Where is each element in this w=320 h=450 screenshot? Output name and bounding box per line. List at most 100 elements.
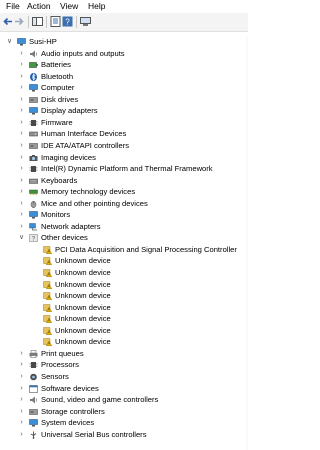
expand-chevron-icon[interactable]: › xyxy=(18,360,25,369)
unknown-warning-icon xyxy=(43,315,53,324)
tree-category[interactable]: › Keyboards xyxy=(0,175,246,187)
expand-chevron-icon[interactable]: › xyxy=(18,176,25,185)
tree-device-unknown[interactable]: Unknown device xyxy=(0,313,246,325)
tree-category[interactable]: › Batteries xyxy=(0,59,246,71)
tree-device-unknown[interactable]: Unknown device xyxy=(0,255,246,267)
tree-category[interactable]: › Monitors xyxy=(0,209,246,221)
tree-category[interactable]: › Memory technology devices xyxy=(0,186,246,198)
keyboard-icon xyxy=(29,177,38,185)
menu-file[interactable]: File xyxy=(6,2,20,11)
expand-chevron-icon[interactable]: › xyxy=(18,95,25,104)
tree-device-unknown[interactable]: Unknown device xyxy=(0,267,246,279)
tree-device-unknown[interactable]: Unknown device xyxy=(0,325,246,337)
tree-category[interactable]: › Computer xyxy=(0,82,246,94)
tree-category[interactable]: › Firmware xyxy=(0,117,246,129)
collapse-chevron-icon[interactable]: ∨ xyxy=(18,233,25,242)
unknown-device-icon: ? xyxy=(29,234,38,243)
tree-item-label: Memory technology devices xyxy=(41,187,136,197)
expand-chevron-icon[interactable]: › xyxy=(18,118,25,127)
tree-device-unknown[interactable]: Unknown device xyxy=(0,302,246,314)
tree-item-label: Software devices xyxy=(41,383,99,393)
tree-device-unknown[interactable]: Unknown device xyxy=(0,336,246,348)
expand-chevron-icon[interactable]: › xyxy=(18,60,25,69)
chip-icon xyxy=(29,165,38,173)
toolbar-separator xyxy=(76,16,77,28)
tree-item-label: Intel(R) Dynamic Platform and Thermal Fr… xyxy=(41,164,213,174)
scan-hardware-icon[interactable] xyxy=(80,16,91,27)
tree-category[interactable]: › Storage controllers xyxy=(0,406,246,418)
vertical-scrollbar[interactable] xyxy=(246,36,248,450)
show-hide-console-tree-icon[interactable] xyxy=(32,16,43,27)
tree-category[interactable]: › Intel(R) Dynamic Platform and Thermal F… xyxy=(0,163,246,175)
toolbar-separator xyxy=(46,16,47,28)
tree-root-node[interactable]: ∨ Susi-HP xyxy=(0,36,246,48)
expand-chevron-icon[interactable]: › xyxy=(18,210,25,219)
tree-item-label: Unknown device xyxy=(55,256,111,266)
expand-chevron-icon[interactable]: › xyxy=(18,395,25,404)
tree-item-label: Unknown device xyxy=(55,325,111,335)
expand-chevron-icon[interactable]: › xyxy=(18,384,25,393)
storage-icon xyxy=(29,408,38,416)
tree-item-label: Storage controllers xyxy=(41,406,105,416)
menu-help[interactable]: Help xyxy=(88,2,105,11)
tree-category[interactable]: › Network adapters xyxy=(0,221,246,233)
tree-category-other-devices[interactable]: ∨? Other devices xyxy=(0,232,246,244)
sensor-icon xyxy=(29,373,38,381)
forward-arrow-icon[interactable] xyxy=(14,16,25,27)
monitor-icon xyxy=(29,419,38,427)
tree-category[interactable]: › Imaging devices xyxy=(0,152,246,164)
tree-category[interactable]: › IDE ATA/ATAPI controllers xyxy=(0,140,246,152)
expand-chevron-icon[interactable]: › xyxy=(18,430,25,439)
tree-device-unknown[interactable]: Unknown device xyxy=(0,290,246,302)
back-arrow-icon[interactable] xyxy=(2,16,13,27)
software-icon xyxy=(29,384,38,393)
expand-chevron-icon[interactable]: › xyxy=(18,372,25,381)
expand-chevron-icon[interactable]: › xyxy=(18,106,25,115)
tree-item-label: Sound, video and game controllers xyxy=(41,395,159,405)
tree-category[interactable]: › Mice and other pointing devices xyxy=(0,198,246,210)
expand-chevron-icon[interactable]: › xyxy=(18,129,25,138)
tree-item-label: Other devices xyxy=(41,233,88,243)
expand-chevron-icon[interactable]: › xyxy=(18,222,25,231)
expand-chevron-icon[interactable]: › xyxy=(18,153,25,162)
tree-category[interactable]: › Bluetooth xyxy=(0,71,246,83)
tree-category[interactable]: › System devices xyxy=(0,417,246,429)
expand-chevron-icon[interactable]: › xyxy=(18,407,25,416)
expand-chevron-icon[interactable]: › xyxy=(18,141,25,150)
expand-chevron-icon[interactable]: › xyxy=(18,187,25,196)
speaker-icon xyxy=(29,50,38,58)
tree-category[interactable]: › Processors xyxy=(0,359,246,371)
unknown-warning-icon xyxy=(43,257,53,266)
tree-category[interactable]: › Disk drives xyxy=(0,94,246,106)
network-icon xyxy=(29,223,38,231)
device-tree: ∨ Susi-HP › Audio inputs and outputs › Batter… xyxy=(0,36,246,450)
tree-device-unknown[interactable]: Unknown device xyxy=(0,279,246,291)
menu-action[interactable]: Action xyxy=(27,2,51,11)
tree-category[interactable]: › Universal Serial Bus controllers xyxy=(0,429,246,441)
tree-category[interactable]: › Sound, video and game controllers xyxy=(0,394,246,406)
monitor-icon xyxy=(29,211,38,219)
menu-view[interactable]: View xyxy=(60,2,78,11)
expand-chevron-icon[interactable]: › xyxy=(18,199,25,208)
tree-category[interactable]: › Print queues xyxy=(0,348,246,360)
unknown-warning-icon xyxy=(43,269,53,277)
tree-item-label: Print queues xyxy=(41,348,84,358)
tree-device-unknown[interactable]: PCI Data Acquisition and Signal Processi… xyxy=(0,244,246,256)
tree-category[interactable]: › Human Interface Devices xyxy=(0,128,246,140)
expand-chevron-icon[interactable]: › xyxy=(18,349,25,358)
tree-category[interactable]: › Display adapters xyxy=(0,105,246,117)
collapse-chevron-icon[interactable]: ∨ xyxy=(6,37,13,46)
expand-chevron-icon[interactable]: › xyxy=(18,164,25,173)
tree-item-label: Unknown device xyxy=(55,291,111,301)
printer-icon xyxy=(29,350,38,358)
expand-chevron-icon[interactable]: › xyxy=(18,83,25,92)
properties-icon[interactable] xyxy=(50,16,61,27)
help-icon[interactable]: ? xyxy=(62,16,73,27)
expand-chevron-icon[interactable]: › xyxy=(18,72,25,81)
tree-item-label: PCI Data Acquisition and Signal Processi… xyxy=(55,244,237,254)
tree-category[interactable]: › Sensors xyxy=(0,371,246,383)
tree-category[interactable]: › Audio inputs and outputs xyxy=(0,48,246,60)
expand-chevron-icon[interactable]: › xyxy=(18,418,25,427)
expand-chevron-icon[interactable]: › xyxy=(18,49,25,58)
tree-category[interactable]: › Software devices xyxy=(0,383,246,395)
